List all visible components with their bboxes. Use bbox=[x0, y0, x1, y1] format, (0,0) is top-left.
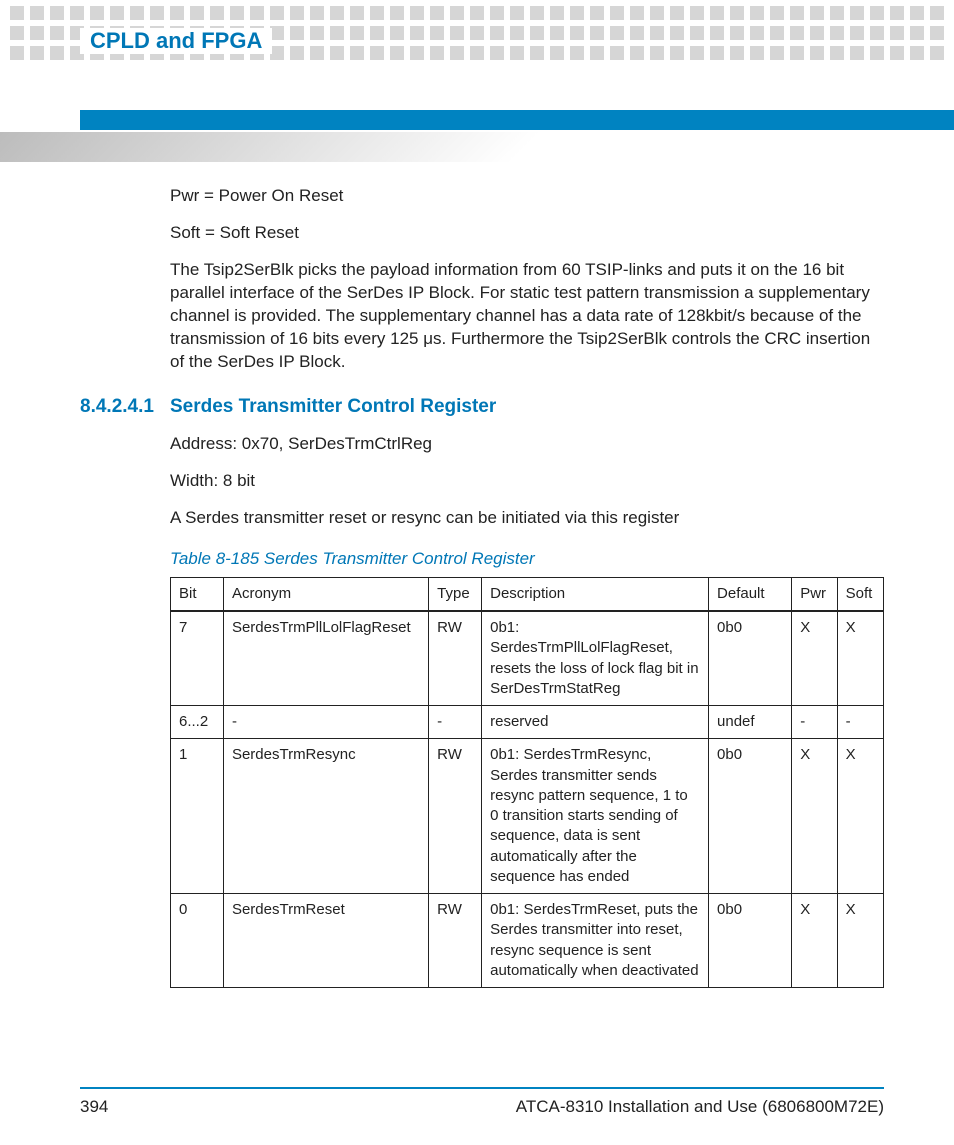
table-cell: 0b0 bbox=[709, 611, 792, 706]
header-gray-wedge bbox=[0, 132, 954, 162]
table-cell: - bbox=[223, 706, 428, 739]
table-cell: - bbox=[837, 706, 883, 739]
table-cell: 7 bbox=[171, 611, 224, 706]
paragraph: Pwr = Power On Reset bbox=[170, 185, 884, 208]
table-header: Pwr bbox=[792, 577, 837, 611]
table-cell: RW bbox=[429, 894, 482, 988]
table-header: Soft bbox=[837, 577, 883, 611]
table-header-row: Bit Acronym Type Description Default Pwr… bbox=[171, 577, 884, 611]
table-header: Bit bbox=[171, 577, 224, 611]
table-cell: undef bbox=[709, 706, 792, 739]
table-cell: 0b0 bbox=[709, 739, 792, 894]
page-footer: 394 ATCA-8310 Installation and Use (6806… bbox=[80, 1087, 884, 1117]
header-blue-bar bbox=[80, 110, 954, 130]
table-row: 7SerdesTrmPllLolFlagResetRW0b1: SerdesTr… bbox=[171, 611, 884, 706]
table-cell: RW bbox=[429, 611, 482, 706]
table-cell: RW bbox=[429, 739, 482, 894]
table-header: Description bbox=[482, 577, 709, 611]
table-cell: 0b1: SerdesTrmReset, puts the Serdes tra… bbox=[482, 894, 709, 988]
table-row: 0SerdesTrmResetRW0b1: SerdesTrmReset, pu… bbox=[171, 894, 884, 988]
section-heading: 8.4.2.4.1 Serdes Transmitter Control Reg… bbox=[80, 394, 884, 420]
table-cell: X bbox=[792, 739, 837, 894]
table-row: 6...2--reservedundef-- bbox=[171, 706, 884, 739]
table-cell: - bbox=[429, 706, 482, 739]
table-cell: 0b1: SerdesTrmPllLolFlagReset, resets th… bbox=[482, 611, 709, 706]
table-cell: X bbox=[837, 894, 883, 988]
table-cell: 0 bbox=[171, 894, 224, 988]
table-cell: X bbox=[837, 611, 883, 706]
table-cell: 1 bbox=[171, 739, 224, 894]
paragraph: Soft = Soft Reset bbox=[170, 222, 884, 245]
table-cell: 6...2 bbox=[171, 706, 224, 739]
table-cell: - bbox=[792, 706, 837, 739]
section-number: 8.4.2.4.1 bbox=[80, 394, 170, 420]
page-number: 394 bbox=[80, 1097, 108, 1117]
table-header: Acronym bbox=[223, 577, 428, 611]
section-title: Serdes Transmitter Control Register bbox=[170, 394, 496, 420]
paragraph: Width: 8 bit bbox=[170, 470, 884, 493]
chapter-title: CPLD and FPGA bbox=[80, 28, 272, 54]
table-caption: Table 8-185 Serdes Transmitter Control R… bbox=[170, 548, 884, 571]
table-cell: 0b0 bbox=[709, 894, 792, 988]
table-cell: reserved bbox=[482, 706, 709, 739]
table-cell: 0b1: SerdesTrmResync, Serdes transmitter… bbox=[482, 739, 709, 894]
page-content: Pwr = Power On Reset Soft = Soft Reset T… bbox=[170, 185, 884, 988]
table-row: 1SerdesTrmResyncRW0b1: SerdesTrmResync, … bbox=[171, 739, 884, 894]
table-cell: X bbox=[837, 739, 883, 894]
table-header: Default bbox=[709, 577, 792, 611]
table-header: Type bbox=[429, 577, 482, 611]
table-cell: SerdesTrmResync bbox=[223, 739, 428, 894]
doc-title: ATCA-8310 Installation and Use (6806800M… bbox=[516, 1097, 884, 1117]
table-cell: SerdesTrmReset bbox=[223, 894, 428, 988]
table-cell: X bbox=[792, 611, 837, 706]
register-table: Bit Acronym Type Description Default Pwr… bbox=[170, 577, 884, 988]
table-cell: X bbox=[792, 894, 837, 988]
paragraph: Address: 0x70, SerDesTrmCtrlReg bbox=[170, 433, 884, 456]
table-cell: SerdesTrmPllLolFlagReset bbox=[223, 611, 428, 706]
paragraph: A Serdes transmitter reset or resync can… bbox=[170, 507, 884, 530]
paragraph: The Tsip2SerBlk picks the payload inform… bbox=[170, 259, 884, 374]
